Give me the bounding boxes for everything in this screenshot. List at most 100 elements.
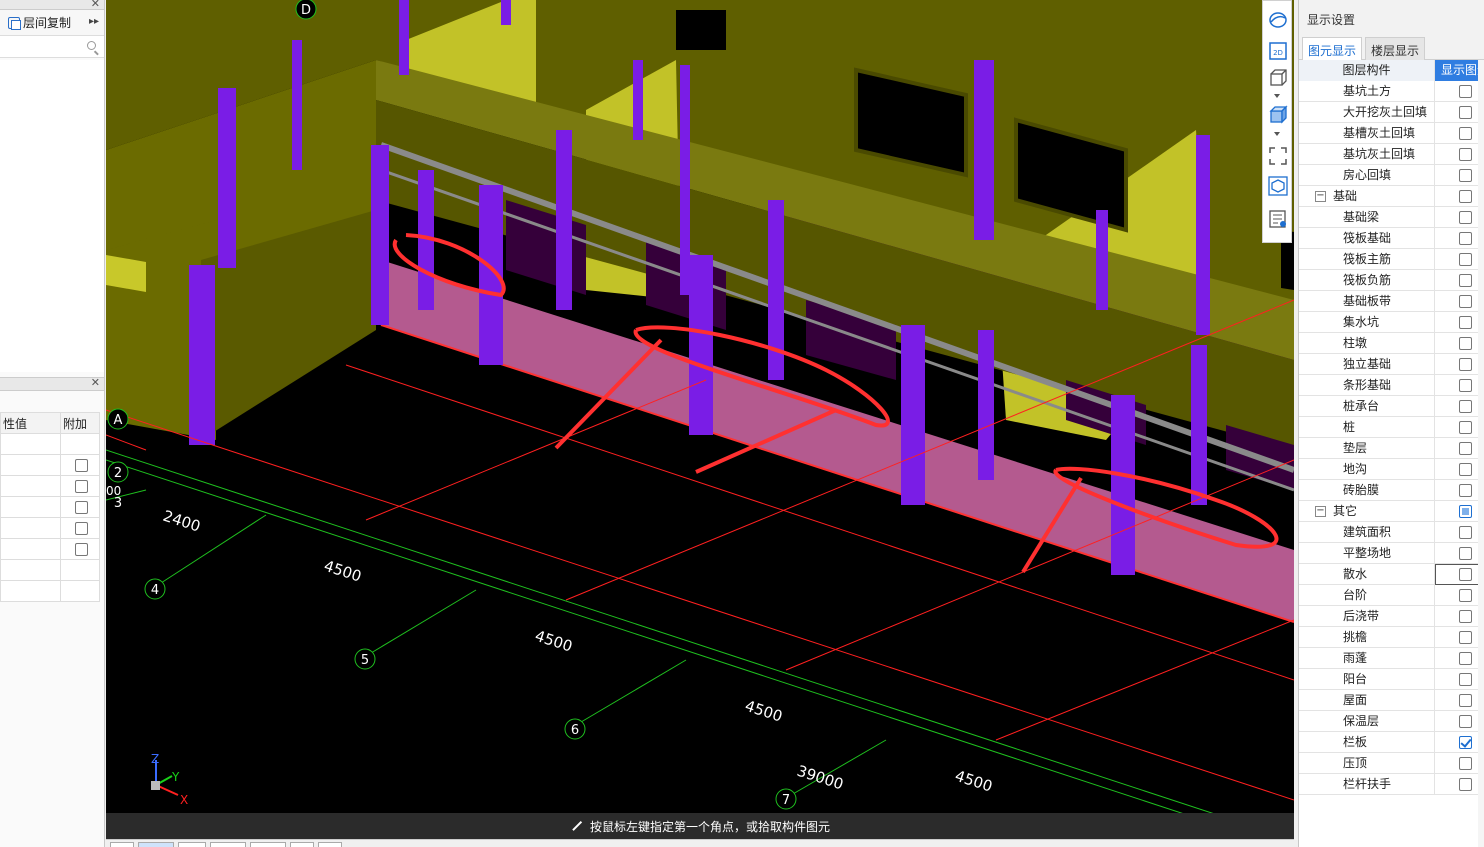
chevron-down-icon[interactable] xyxy=(1274,94,1280,98)
show-checkbox[interactable] xyxy=(1459,190,1472,203)
show-checkbox[interactable] xyxy=(1459,232,1472,245)
show-checkbox[interactable] xyxy=(1459,400,1472,413)
show-checkbox[interactable] xyxy=(1459,106,1472,119)
chevron-down-icon[interactable] xyxy=(1274,132,1280,136)
layer-row[interactable]: 筏板主筋 xyxy=(1299,249,1484,270)
show-checkbox[interactable] xyxy=(1459,295,1472,308)
tab-element-display[interactable]: 图元显示 xyxy=(1302,37,1363,61)
layer-row[interactable]: 基础梁 xyxy=(1299,207,1484,228)
layer-row[interactable]: 阳台 xyxy=(1299,669,1484,690)
attach-checkbox[interactable] xyxy=(74,501,88,514)
show-checkbox[interactable] xyxy=(1459,694,1472,707)
show-checkbox[interactable] xyxy=(1459,379,1472,392)
3d-viewport[interactable]: D A 2 3 00 4 5 6 7 2400 4500 4500 4500 4… xyxy=(106,0,1294,813)
show-checkbox[interactable] xyxy=(1459,589,1472,602)
cube-solid-icon[interactable] xyxy=(1268,105,1288,125)
layer-row[interactable]: 地沟 xyxy=(1299,459,1484,480)
search-input[interactable] xyxy=(0,36,104,58)
show-checkbox[interactable] xyxy=(1459,127,1472,140)
layer-row[interactable]: 筏板基础 xyxy=(1299,228,1484,249)
layer-row[interactable]: 大开挖灰土回填 xyxy=(1299,102,1484,123)
bottom-tab[interactable] xyxy=(110,842,134,847)
layer-row[interactable]: 砖胎膜 xyxy=(1299,480,1484,501)
view-2d-icon[interactable]: 2D xyxy=(1268,41,1288,61)
show-checkbox[interactable] xyxy=(1459,337,1472,350)
show-checkbox[interactable] xyxy=(1459,358,1472,371)
layer-row[interactable]: 基坑灰土回填 xyxy=(1299,144,1484,165)
more-icon[interactable]: ▸▸ xyxy=(89,16,99,27)
layer-row[interactable]: 房心回填 xyxy=(1299,165,1484,186)
attach-checkbox[interactable] xyxy=(74,459,88,472)
show-checkbox[interactable] xyxy=(1459,631,1472,644)
close-icon[interactable]: ✕ xyxy=(91,376,100,389)
layer-row[interactable]: 后浇带 xyxy=(1299,606,1484,627)
layer-row[interactable]: 雨蓬 xyxy=(1299,648,1484,669)
show-checkbox[interactable] xyxy=(1459,316,1472,329)
layer-row[interactable]: 平整场地 xyxy=(1299,543,1484,564)
show-checkbox[interactable] xyxy=(1459,211,1472,224)
bottom-tab[interactable] xyxy=(178,842,206,847)
show-checkbox[interactable] xyxy=(1459,505,1472,518)
show-checkbox[interactable] xyxy=(1459,652,1472,665)
show-checkbox[interactable] xyxy=(1459,547,1472,560)
show-checkbox[interactable] xyxy=(1459,715,1472,728)
layer-row[interactable]: 筏板负筋 xyxy=(1299,270,1484,291)
attach-checkbox[interactable] xyxy=(74,522,88,535)
close-icon[interactable]: ✕ xyxy=(91,0,100,10)
layer-row[interactable]: 栏杆扶手 xyxy=(1299,774,1484,795)
bottom-tab[interactable] xyxy=(318,842,342,847)
show-checkbox[interactable] xyxy=(1459,568,1472,581)
show-checkbox[interactable] xyxy=(1459,526,1472,539)
layer-row[interactable]: 保温层 xyxy=(1299,711,1484,732)
attach-checkbox[interactable] xyxy=(74,543,88,556)
bottom-tab[interactable] xyxy=(290,842,314,847)
tab-floor-display[interactable]: 楼层显示 xyxy=(1365,37,1426,60)
layer-row[interactable]: 压顶 xyxy=(1299,753,1484,774)
column-header-show[interactable]: 显示图元 xyxy=(1435,60,1484,81)
layer-row[interactable]: 栏板 xyxy=(1299,732,1484,753)
show-checkbox[interactable] xyxy=(1459,442,1472,455)
layer-row[interactable]: 基槽灰土回填 xyxy=(1299,123,1484,144)
layer-row[interactable]: 挑檐 xyxy=(1299,627,1484,648)
layer-row[interactable]: 桩 xyxy=(1299,417,1484,438)
layer-row[interactable]: 散水 xyxy=(1299,564,1484,585)
show-checkbox[interactable] xyxy=(1459,778,1472,791)
layer-row[interactable]: 屋面 xyxy=(1299,690,1484,711)
layer-group-row[interactable]: − 基础 xyxy=(1299,186,1484,207)
bottom-tab[interactable] xyxy=(138,842,174,847)
layer-list-icon[interactable] xyxy=(1268,209,1288,229)
floor-copy-button[interactable]: 层间复制 ▸▸ xyxy=(0,10,104,36)
cube-wire-icon[interactable] xyxy=(1268,68,1288,88)
layer-row[interactable]: 桩承台 xyxy=(1299,396,1484,417)
cube-iso-icon[interactable] xyxy=(1268,176,1288,196)
bottom-tab[interactable] xyxy=(250,842,286,847)
search-icon[interactable] xyxy=(87,41,96,50)
scrollbar[interactable] xyxy=(1478,60,1484,847)
show-checkbox[interactable] xyxy=(1459,463,1472,476)
layer-row[interactable]: 建筑面积 xyxy=(1299,522,1484,543)
model-canvas[interactable]: D A 2 3 00 4 5 6 7 2400 4500 4500 4500 4… xyxy=(106,0,1294,813)
show-checkbox[interactable] xyxy=(1459,85,1472,98)
layer-row[interactable]: 台阶 xyxy=(1299,585,1484,606)
layer-group-row[interactable]: − 其它 xyxy=(1299,501,1484,522)
show-checkbox[interactable] xyxy=(1459,610,1472,623)
show-checkbox[interactable] xyxy=(1459,253,1472,266)
layer-row[interactable]: 基坑土方 xyxy=(1299,81,1484,102)
bottom-tab[interactable] xyxy=(210,842,246,847)
layer-row[interactable]: 集水坑 xyxy=(1299,312,1484,333)
show-checkbox[interactable] xyxy=(1459,169,1472,182)
frame-select-icon[interactable] xyxy=(1268,146,1288,166)
component-tree[interactable] xyxy=(0,60,104,372)
show-checkbox[interactable] xyxy=(1459,484,1472,497)
attach-checkbox[interactable] xyxy=(74,480,88,493)
show-checkbox[interactable] xyxy=(1459,673,1472,686)
show-checkbox[interactable] xyxy=(1459,274,1472,287)
layer-row[interactable]: 基础板带 xyxy=(1299,291,1484,312)
orbit-icon[interactable] xyxy=(1268,10,1288,30)
show-checkbox[interactable] xyxy=(1459,757,1472,770)
layer-row[interactable]: 垫层 xyxy=(1299,438,1484,459)
layer-row[interactable]: 条形基础 xyxy=(1299,375,1484,396)
show-checkbox[interactable] xyxy=(1459,736,1472,749)
show-checkbox[interactable] xyxy=(1459,148,1472,161)
layer-row[interactable]: 独立基础 xyxy=(1299,354,1484,375)
